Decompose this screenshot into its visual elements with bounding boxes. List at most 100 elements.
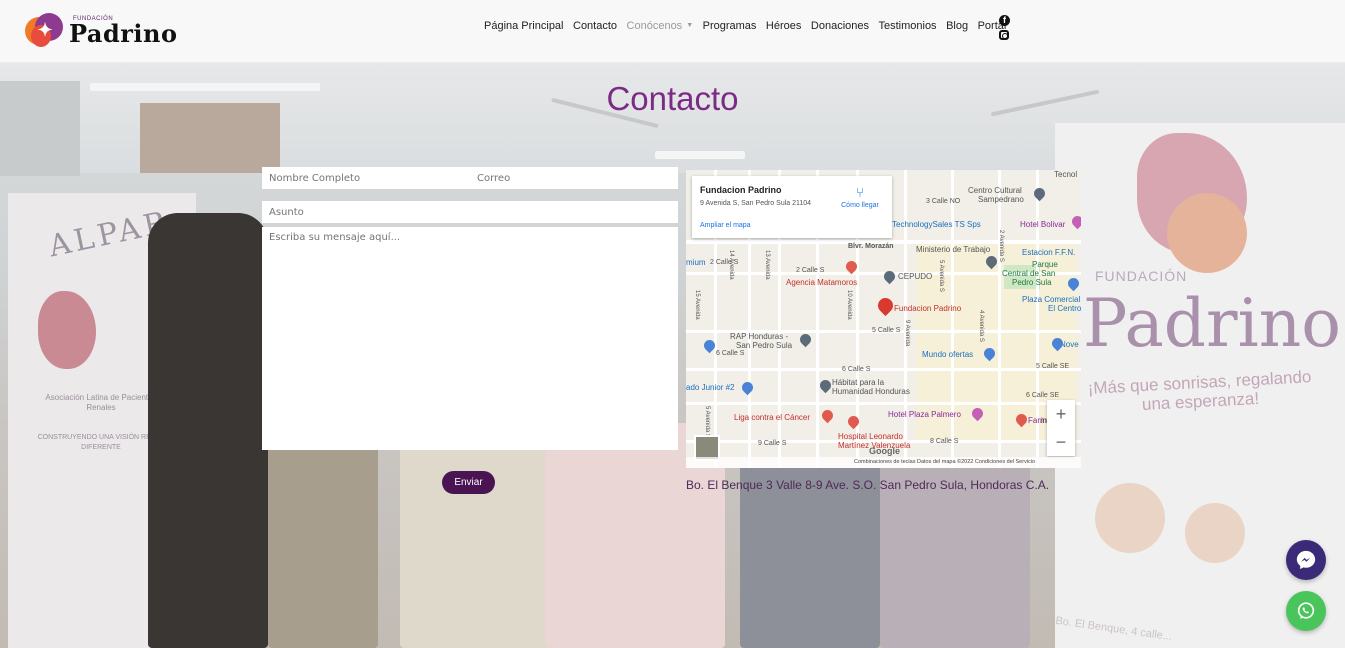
nav-item-home[interactable]: Página Principal: [484, 20, 564, 32]
instagram-icon[interactable]: [999, 30, 1009, 40]
map-label: 9 Calle S: [758, 440, 787, 447]
submit-button[interactable]: Enviar: [442, 471, 495, 494]
map-label: 5 Calle S: [872, 327, 901, 334]
map-label: 5 Avenida S: [704, 406, 710, 438]
alpar-subtitle: CONSTRUYENDO UNA VISIÓN RENAL DIFERENTE: [37, 434, 165, 451]
map-label: Centro Cultural: [968, 186, 1022, 195]
map-label: 6 Calle SE: [1026, 392, 1060, 399]
map-label: 2 Calle S: [796, 267, 825, 274]
map-label: Liga contra el Cáncer: [734, 413, 811, 422]
kidney-illustration: [38, 291, 96, 369]
map-label: Plaza Comercial: [1022, 295, 1081, 304]
logo-name: Padrino: [69, 19, 178, 48]
email-input[interactable]: [470, 167, 678, 189]
nav-item-blog[interactable]: Blog: [946, 20, 968, 32]
whatsapp-button[interactable]: [1286, 591, 1326, 631]
map-label: 15 Avenida: [694, 290, 700, 320]
directions-button[interactable]: ⑂ Cómo llegar: [838, 186, 882, 209]
map-label: El Centro: [1048, 304, 1081, 313]
map-street: [686, 402, 1081, 405]
map-place-name: Fundacion Padrino: [700, 185, 782, 195]
map-label: 9 Avenida: [904, 320, 910, 347]
map-label: Hotel Bolivar: [1020, 220, 1066, 229]
google-logo: Google: [869, 446, 900, 456]
page-title: Contacto: [606, 80, 739, 117]
map-label: TechnologySales TS Sps: [892, 220, 981, 229]
child-illustration: [1185, 503, 1245, 563]
map-label: Hotel Plaza Palmero: [888, 410, 961, 419]
zoom-out-button[interactable]: −: [1047, 428, 1075, 456]
nav-item-testimonials[interactable]: Testimonios: [878, 20, 936, 32]
map-street: [951, 170, 954, 468]
nav-item-donations[interactable]: Donaciones: [811, 20, 869, 32]
map-label: 6 Calle S: [716, 350, 745, 357]
map-label: mium: [686, 258, 706, 267]
enlarge-map-link[interactable]: Ampliar el mapa: [700, 222, 751, 229]
messenger-button[interactable]: [1286, 540, 1326, 580]
banner-foundation-label: FUNDACIÓN: [1095, 268, 1188, 284]
directions-label: Cómo llegar: [841, 202, 879, 209]
nav-item-heroes[interactable]: Héroes: [766, 20, 801, 32]
map-label: 2 Avenida S: [998, 230, 1004, 262]
banner-tagline: ¡Más que sonrisas, regalando una esperan…: [1087, 367, 1312, 415]
map-label: 2 Calle S: [710, 259, 739, 266]
contact-form: [262, 167, 678, 450]
map-embed[interactable]: Tecnol Centro Cultural Sampedrano 3 Call…: [686, 170, 1081, 468]
messenger-icon: [1296, 550, 1316, 570]
alpar-arc-text: Asociación Latina de Pacientes Renales: [45, 393, 157, 412]
caret-down-icon: ▼: [686, 22, 694, 29]
map-label: Humanidad Honduras: [832, 387, 910, 396]
map-label: 4 Avenida S: [978, 310, 984, 342]
subject-input[interactable]: [262, 201, 678, 223]
map-label: Parque: [1032, 260, 1058, 269]
map-label: Blvr. Morazán: [848, 243, 894, 250]
map-place-address: 9 Avenida S, San Pedro Sula 21104: [700, 200, 812, 207]
map-info-card: Fundacion Padrino 9 Avenida S, San Pedro…: [692, 176, 892, 238]
banner-logo-shape: [1167, 193, 1247, 273]
map-label: Tecnol: [1054, 170, 1078, 179]
navbar: ✦ FUNDACIÓN Padrino Página Principal Con…: [0, 0, 1345, 63]
message-textarea[interactable]: [262, 227, 678, 450]
nav-item-contact[interactable]: Contacto: [573, 20, 617, 32]
map-label: RAP Honduras -: [730, 332, 789, 341]
banner-name: Padrino: [1083, 285, 1341, 362]
map-street: [998, 170, 1001, 468]
map-label: San Pedro Sula: [736, 341, 793, 350]
nav-item-about[interactable]: Conócenos ▼: [627, 20, 694, 32]
map-attribution[interactable]: Combinaciones de teclas Datos del mapa ©…: [686, 457, 1081, 468]
map-label: 10 Avenida: [846, 290, 852, 320]
zoom-controls: + −: [1047, 400, 1075, 456]
map-label: ado Junior #2: [686, 383, 735, 392]
map-label: 3 Calle NO: [926, 198, 961, 205]
map-label: 14 Avenida: [728, 250, 734, 280]
directions-icon: ⑂: [856, 185, 864, 200]
map-label: Estacion F.F.N.: [1022, 248, 1076, 257]
address-text: Bo. El Benque 3 Valle 8-9 Ave. S.O. San …: [686, 478, 1050, 492]
banner-address: Bo. El Benque, 4 calle...: [1054, 614, 1173, 644]
map-street: [686, 368, 1081, 371]
map-label: 13 Avenida: [764, 250, 770, 280]
map-label: Mundo ofertas: [922, 350, 974, 359]
map-label: 5 Calle SE: [1036, 363, 1070, 370]
main-nav: Página Principal Contacto Conócenos ▼ Pro…: [484, 20, 1016, 32]
map-label: 8 Calle S: [930, 438, 959, 445]
zoom-in-button[interactable]: +: [1047, 400, 1075, 428]
map-street: [904, 170, 907, 468]
social-links: f: [999, 15, 1010, 40]
map-label: Sampedrano: [978, 195, 1024, 204]
map-label: Hábitat para la: [832, 378, 885, 387]
map-label: Central de San: [1002, 269, 1056, 278]
ceiling-light: [655, 151, 745, 159]
nav-item-programs[interactable]: Programas: [703, 20, 757, 32]
map-label: Fundacion Padrino: [894, 304, 962, 313]
facebook-icon[interactable]: f: [999, 15, 1010, 26]
map-label: 5 Avenida S: [938, 260, 944, 292]
map-label: Ministerio de Trabajo: [916, 245, 991, 254]
name-input[interactable]: [262, 167, 470, 189]
person-silhouette: [148, 213, 268, 648]
map-label: CEPUDO: [898, 272, 933, 281]
logo[interactable]: ✦ FUNDACIÓN Padrino: [25, 9, 177, 53]
logo-icon: ✦: [25, 11, 65, 51]
map-label: Hospital Leonardo: [838, 432, 903, 441]
nav-item-about-label: Conócenos: [626, 20, 683, 32]
